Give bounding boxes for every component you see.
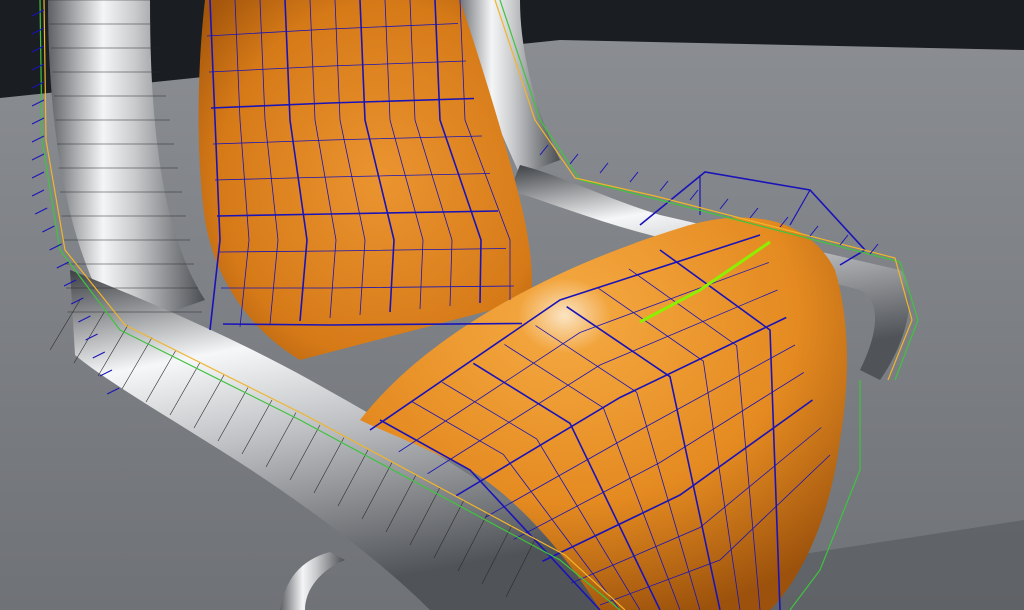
3d-viewport[interactable]: [0, 0, 1024, 610]
scene-canvas[interactable]: [0, 0, 1024, 610]
